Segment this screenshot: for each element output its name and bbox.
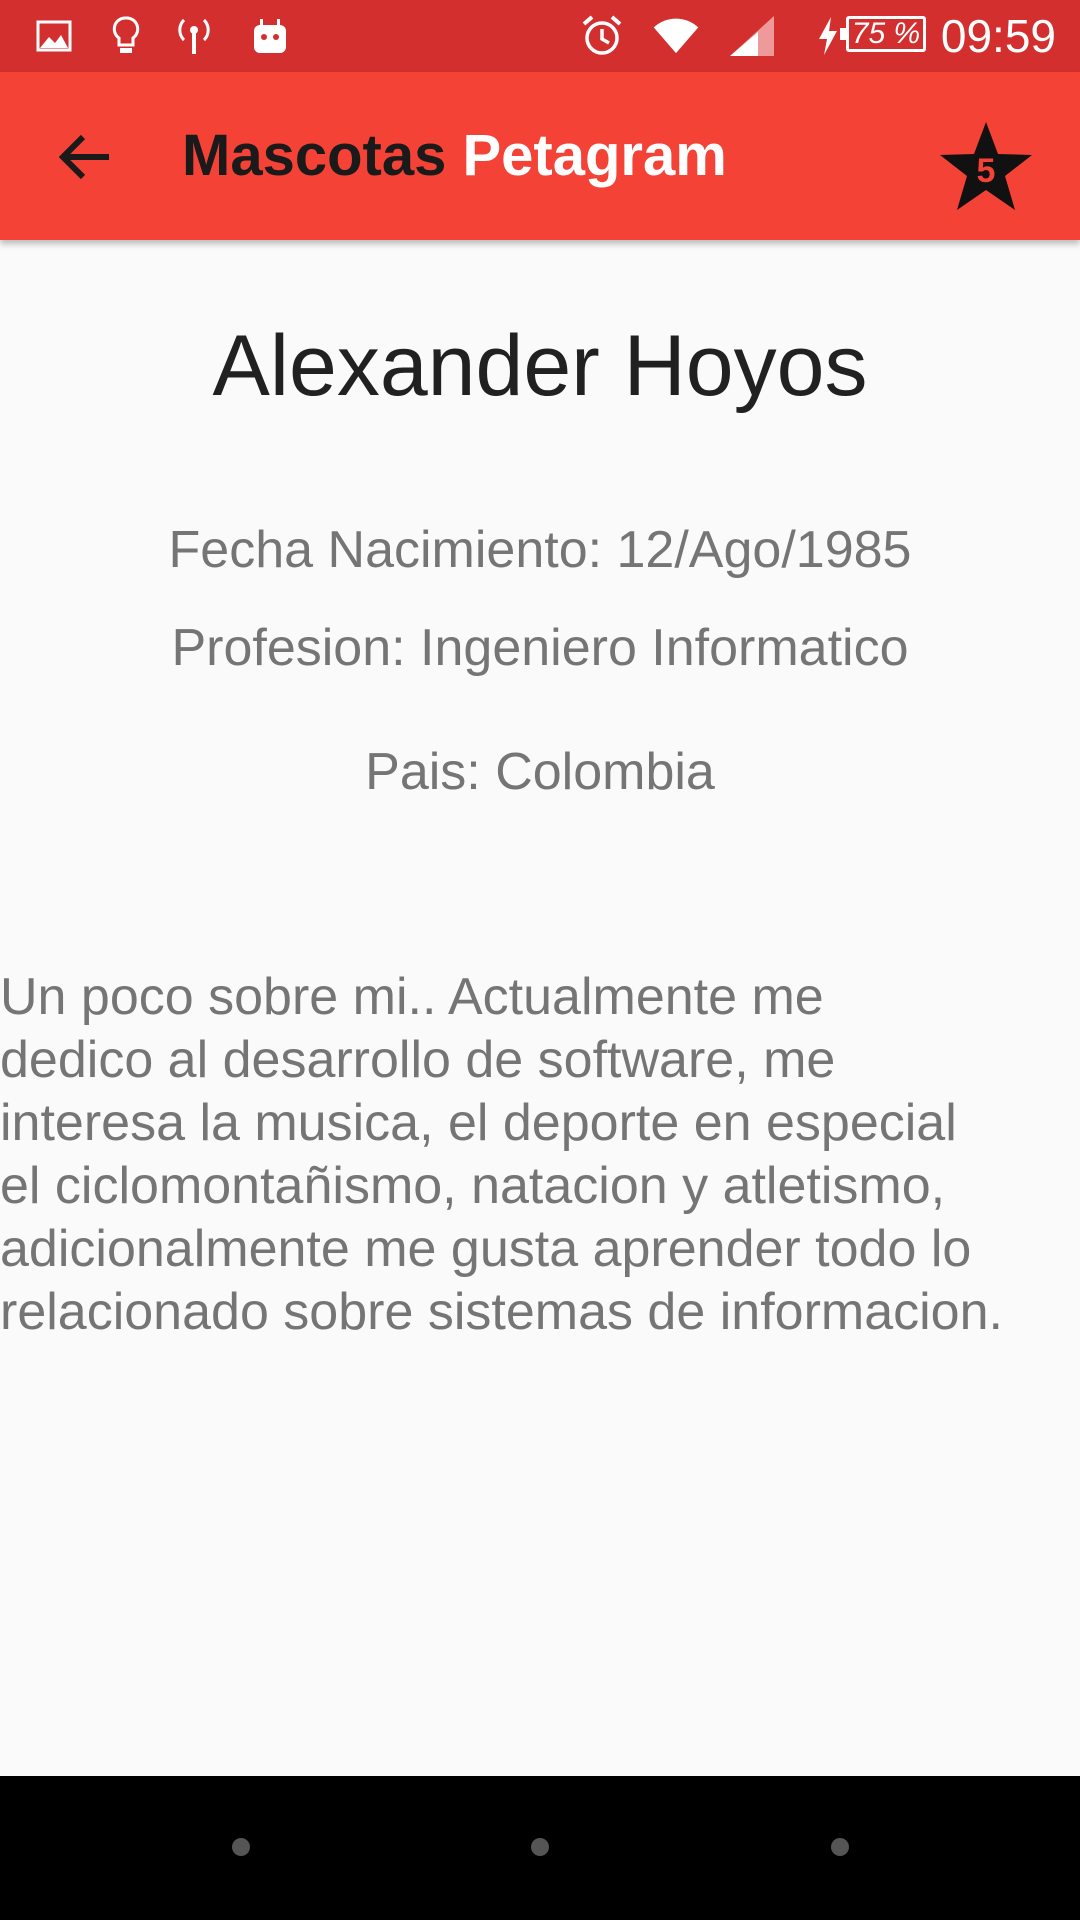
lightbulb-icon — [102, 12, 150, 60]
nav-home-button[interactable] — [531, 1838, 549, 1856]
about-me-text: Un poco sobre mi.. Actualmente me dedico… — [0, 968, 1003, 1341]
wifi-icon — [652, 12, 700, 60]
profile-name: Alexander Hoyos — [212, 318, 868, 414]
signal-icon — [728, 12, 776, 60]
arrow-back-icon — [59, 134, 109, 180]
alarm-icon — [578, 12, 626, 60]
page-title: Mascotas Petagram — [182, 124, 727, 188]
app-bar: Mascotas Petagram 5 — [0, 72, 1080, 240]
country: Pais: Colombia — [365, 743, 715, 801]
android-icon — [246, 12, 294, 60]
favorites-count-badge: 5 — [976, 152, 996, 190]
clock: 09:59 — [940, 10, 1056, 62]
nav-back-button[interactable] — [232, 1838, 250, 1856]
profession: Profesion: Ingeniero Informatico — [171, 619, 909, 677]
hotspot-icon — [170, 12, 218, 60]
title-part-mascotas: Mascotas — [182, 123, 447, 188]
status-bar: 75 % 09:59 — [0, 0, 1080, 72]
navigation-bar — [0, 1776, 1080, 1920]
gallery-icon — [30, 12, 78, 60]
birth-date: Fecha Nacimiento: 12/Ago/1985 — [168, 521, 912, 579]
battery-icon: 75 % — [840, 16, 926, 52]
favorites-button[interactable]: 5 — [936, 118, 1036, 214]
nav-recents-button[interactable] — [831, 1838, 849, 1856]
back-button[interactable] — [50, 122, 120, 192]
title-part-petagram: Petagram — [462, 123, 727, 188]
